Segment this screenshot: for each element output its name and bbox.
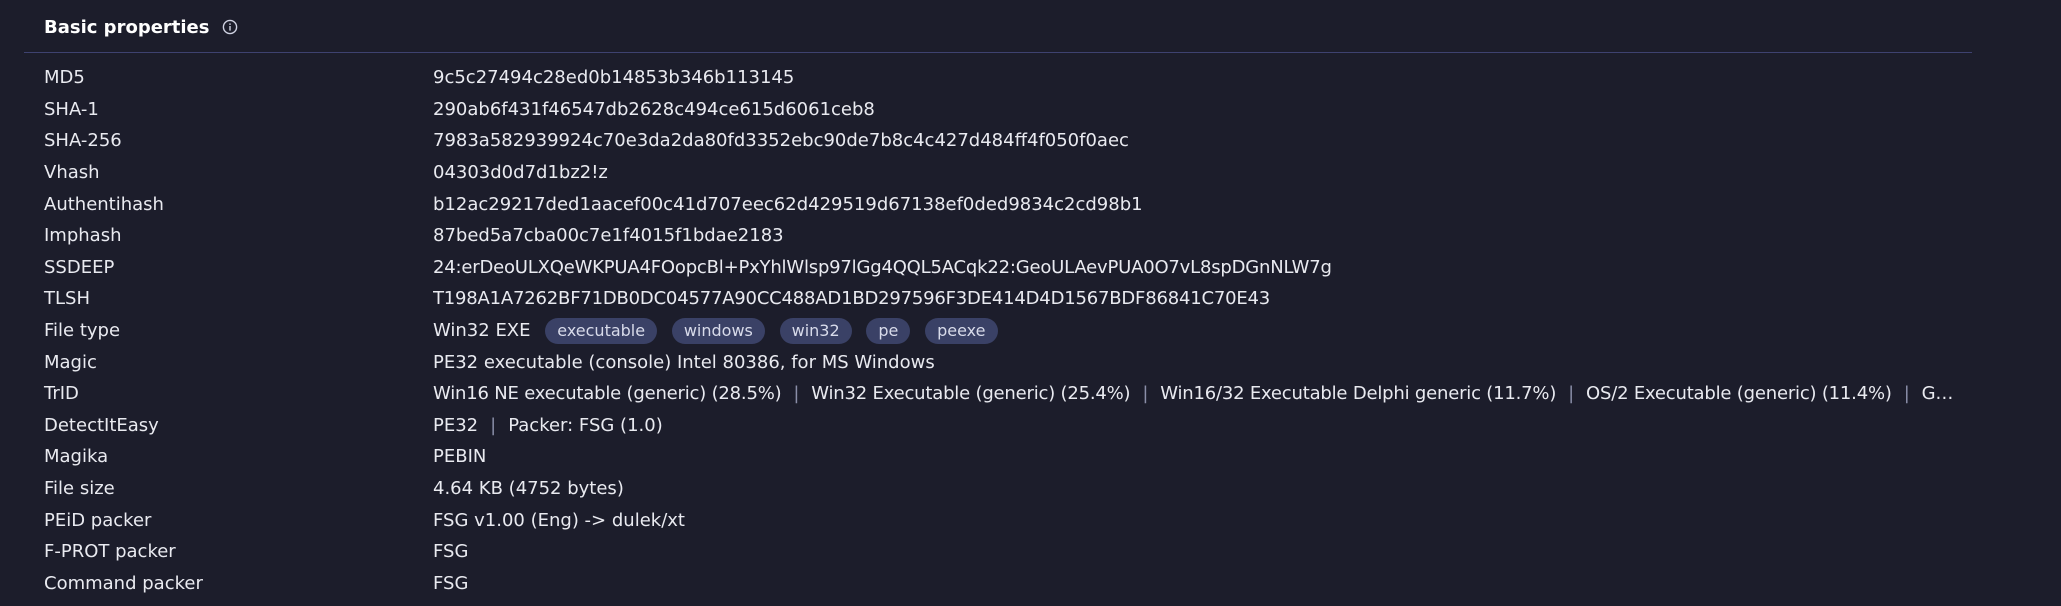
authentihash-value[interactable]: b12ac29217ded1aacef00c41d707eec62d429519…	[433, 194, 1964, 215]
sha1-value[interactable]: 290ab6f431f46547db2628c494ce615d6061ceb8	[433, 99, 1964, 120]
property-row-file-size: File size 4.64 KB (4752 bytes)	[44, 473, 1964, 505]
command-packer-value[interactable]: FSG	[433, 573, 1964, 594]
trid-value-group: Win16 NE executable (generic) (28.5%) | Wi…	[433, 383, 1964, 404]
info-circle-icon-svg	[223, 19, 238, 35]
trid-entry[interactable]: Win16/32 Executable Delphi generic (11.7…	[1160, 383, 1556, 404]
trid-entry[interactable]: Win16 NE executable (generic) (28.5%)	[433, 383, 782, 404]
property-row-magika: Magika PEBIN	[44, 441, 1964, 473]
property-label: Magic	[44, 351, 97, 373]
file-type-tag[interactable]: win32	[779, 317, 852, 344]
property-row-file-type: File type Win32 EXE executable windows w…	[44, 315, 1964, 347]
property-row-trid: TrID Win16 NE executable (generic) (28.5…	[44, 378, 1964, 410]
property-row-tlsh: TLSH T198A1A7262BF71DB0DC04577A90CC488AD…	[44, 283, 1964, 315]
section-header: Basic properties	[44, 12, 239, 42]
property-label: PEiD packer	[44, 509, 152, 531]
properties-list: MD5 9c5c27494c28ed0b14853b346b113145 SHA…	[44, 62, 1964, 599]
property-row-authentihash: Authentihash b12ac29217ded1aacef00c41d70…	[44, 188, 1964, 220]
property-row-sha256: SHA-256 7983a582939924c70e3da2da80fd3352…	[44, 125, 1964, 157]
separator: |	[1142, 383, 1149, 405]
property-row-detectiteasy: DetectItEasy PE32 | Packer: FSG (1.0)	[44, 410, 1964, 442]
section-divider	[24, 52, 1972, 53]
property-label: File type	[44, 320, 121, 342]
trid-entry[interactable]: Gener…	[1922, 383, 1964, 404]
tlsh-value[interactable]: T198A1A7262BF71DB0DC04577A90CC488AD1BD29…	[433, 288, 1964, 309]
separator: |	[1903, 383, 1910, 405]
property-row-fprot-packer: F-PROT packer FSG	[44, 536, 1964, 568]
property-label: SSDEEP	[44, 256, 115, 278]
property-row-md5: MD5 9c5c27494c28ed0b14853b346b113145	[44, 62, 1964, 94]
magika-value[interactable]: PEBIN	[433, 446, 1964, 467]
imphash-value[interactable]: 87bed5a7cba00c7e1f4015f1bdae2183	[433, 225, 1964, 246]
property-label: DetectItEasy	[44, 414, 159, 436]
file-type-value[interactable]: Win32 EXE	[433, 320, 531, 341]
file-type-tag[interactable]: windows	[671, 317, 765, 344]
property-label: File size	[44, 478, 115, 500]
property-row-peid-packer: PEiD packer FSG v1.00 (Eng) -> dulek/xt	[44, 504, 1964, 536]
fprot-packer-value[interactable]: FSG	[433, 541, 1964, 562]
peid-packer-value[interactable]: FSG v1.00 (Eng) -> dulek/xt	[433, 510, 1964, 531]
md5-value[interactable]: 9c5c27494c28ed0b14853b346b113145	[433, 67, 1964, 88]
property-label: MD5	[44, 67, 85, 89]
file-type-value-group: Win32 EXE executable windows win32 pe pe…	[433, 317, 1964, 344]
property-label: SHA-256	[44, 130, 122, 152]
property-label: TLSH	[44, 288, 90, 310]
detectiteasy-entry[interactable]: Packer: FSG (1.0)	[508, 415, 663, 436]
property-label: Command packer	[44, 572, 203, 594]
property-label: Magika	[44, 446, 109, 468]
basic-properties-panel: Basic properties MD5 9c5c27494c28ed0b148…	[0, 0, 2061, 606]
property-label: Authentihash	[44, 193, 164, 215]
file-type-tag[interactable]: peexe	[925, 317, 998, 344]
property-row-vhash: Vhash 04303d0d7d1bz2!z	[44, 157, 1964, 189]
property-label: Imphash	[44, 225, 122, 247]
file-type-tag[interactable]: executable	[545, 317, 658, 344]
separator: |	[490, 414, 497, 436]
section-title: Basic properties	[44, 16, 210, 38]
separator: |	[1568, 383, 1575, 405]
vhash-value[interactable]: 04303d0d7d1bz2!z	[433, 162, 1964, 183]
property-row-magic: Magic PE32 executable (console) Intel 80…	[44, 346, 1964, 378]
property-label: Vhash	[44, 162, 100, 184]
trid-entry[interactable]: OS/2 Executable (generic) (11.4%)	[1586, 383, 1892, 404]
property-label: F-PROT packer	[44, 541, 176, 563]
sha256-value[interactable]: 7983a582939924c70e3da2da80fd3352ebc90de7…	[433, 130, 1964, 151]
info-circle-icon[interactable]	[221, 18, 239, 36]
property-row-ssdeep: SSDEEP 24:erDeoULXQeWKPUA4FOopcBl+PxYhlW…	[44, 252, 1964, 284]
file-size-value[interactable]: 4.64 KB (4752 bytes)	[433, 478, 1964, 499]
detectiteasy-entry[interactable]: PE32	[433, 415, 478, 436]
magic-value[interactable]: PE32 executable (console) Intel 80386, f…	[433, 352, 1964, 373]
trid-entry[interactable]: Win32 Executable (generic) (25.4%)	[811, 383, 1130, 404]
property-row-sha1: SHA-1 290ab6f431f46547db2628c494ce615d60…	[44, 94, 1964, 126]
detectiteasy-value-group: PE32 | Packer: FSG (1.0)	[433, 415, 1964, 436]
ssdeep-value[interactable]: 24:erDeoULXQeWKPUA4FOopcBl+PxYhlWlsp97lG…	[433, 257, 1964, 278]
property-label: SHA-1	[44, 98, 99, 120]
file-type-tag[interactable]: pe	[866, 317, 911, 344]
property-label: TrID	[44, 383, 79, 405]
property-row-imphash: Imphash 87bed5a7cba00c7e1f4015f1bdae2183	[44, 220, 1964, 252]
property-row-command-packer: Command packer FSG	[44, 568, 1964, 600]
separator: |	[793, 383, 800, 405]
